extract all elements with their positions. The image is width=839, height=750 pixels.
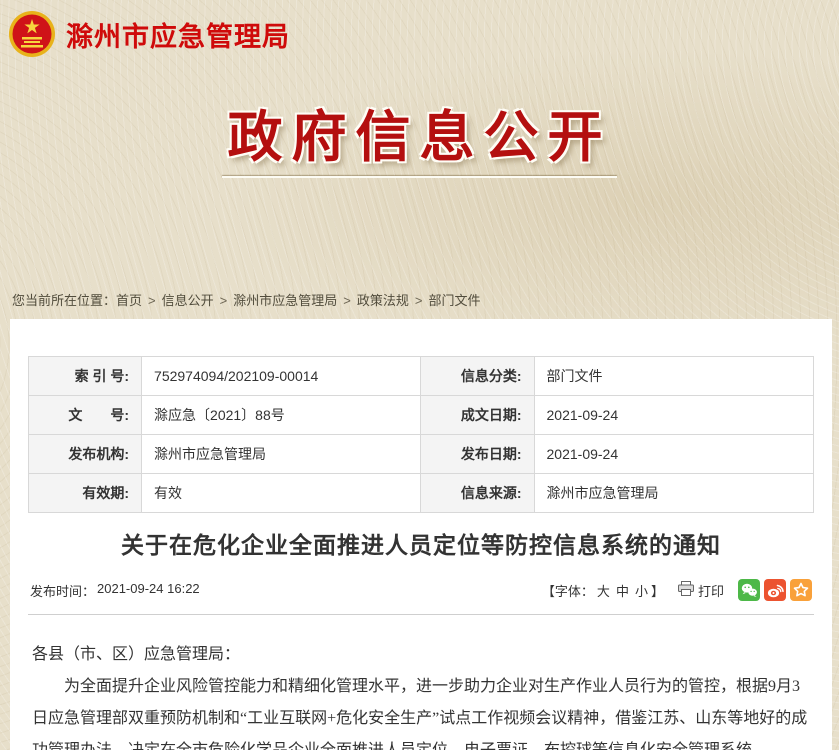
breadcrumb-item-info-disclosure[interactable]: 信息公开	[162, 293, 214, 308]
weibo-share-icon[interactable]	[764, 579, 786, 601]
article-tools: 【字体： 大 中 小 】 打印	[542, 579, 812, 601]
article-body: 各县（市、区）应急管理局： 为全面提升企业风险管控能力和精细化管理水平，进一步助…	[28, 639, 814, 750]
share-icons	[738, 579, 812, 601]
breadcrumb-separator: >	[220, 293, 228, 308]
table-row: 索 引 号: 752974094/202109-00014 信息分类: 部门文件	[29, 357, 814, 396]
table-row: 有效期: 有效 信息来源: 滁州市应急管理局	[29, 474, 814, 513]
info-source-label: 信息来源:	[421, 474, 534, 513]
breadcrumb: 您当前所在位置：首页 > 信息公开 > 滁州市应急管理局 > 政策法规 > 部门文件	[12, 290, 839, 309]
validity-label: 有效期:	[29, 474, 142, 513]
document-info-table: 索 引 号: 752974094/202109-00014 信息分类: 部门文件…	[28, 356, 814, 513]
issuing-agency-value: 滁州市应急管理局	[142, 435, 421, 474]
index-number-label: 索 引 号:	[29, 357, 142, 396]
site-title: 滁州市应急管理局	[66, 15, 290, 54]
salutation-paragraph: 各县（市、区）应急管理局：	[32, 639, 810, 671]
national-emblem-icon	[8, 10, 56, 58]
publish-date-value: 2021-09-24	[534, 435, 813, 474]
publish-time: 发布时间： 2021-09-24 16:22	[30, 581, 200, 600]
info-category-value: 部门文件	[534, 357, 813, 396]
font-widget-close: 】	[651, 581, 664, 600]
banner-title: 政府信息公开	[227, 92, 611, 172]
banner-underline	[222, 176, 617, 178]
breadcrumb-separator: >	[148, 293, 156, 308]
breadcrumb-item-dept-docs[interactable]: 部门文件	[428, 293, 480, 308]
doc-number-value: 滁应急〔2021〕88号	[142, 396, 421, 435]
page: 滁州市应急管理局 政府信息公开 您当前所在位置：首页 > 信息公开 > 滁州市应急管理局…	[0, 0, 839, 750]
breadcrumb-item-home[interactable]: 首页	[116, 293, 142, 308]
meta-divider	[28, 614, 814, 615]
favorite-star-icon[interactable]	[790, 579, 812, 601]
site-header[interactable]: 滁州市应急管理局	[0, 0, 839, 60]
doc-number-label: 文 号:	[29, 396, 142, 435]
breadcrumb-separator: >	[415, 293, 423, 308]
page-title: 关于在危化企业全面推进人员定位等防控信息系统的通知	[28, 529, 814, 561]
article-meta-row: 发布时间： 2021-09-24 16:22 【字体： 大 中 小 】	[28, 579, 814, 601]
font-size-widget: 【字体： 大 中 小 】	[542, 581, 664, 600]
font-size-small-button[interactable]: 小	[635, 581, 648, 600]
content-panel: 索 引 号: 752974094/202109-00014 信息分类: 部门文件…	[10, 319, 832, 750]
info-category-label: 信息分类:	[421, 357, 534, 396]
publish-time-value: 2021-09-24 16:22	[97, 581, 200, 600]
publish-time-label: 发布时间：	[30, 581, 95, 600]
table-row: 文 号: 滁应急〔2021〕88号 成文日期: 2021-09-24	[29, 396, 814, 435]
breadcrumb-separator: >	[343, 293, 351, 308]
info-source-value: 滁州市应急管理局	[534, 474, 813, 513]
wechat-share-icon[interactable]	[738, 579, 760, 601]
publish-date-label: 发布日期:	[421, 435, 534, 474]
index-number-value: 752974094/202109-00014	[142, 357, 421, 396]
written-date-label: 成文日期:	[421, 396, 534, 435]
table-row: 发布机构: 滁州市应急管理局 发布日期: 2021-09-24	[29, 435, 814, 474]
body-paragraph: 为全面提升企业风险管控能力和精细化管理水平，进一步助力企业对生产作业人员行为的管…	[32, 671, 810, 750]
print-button[interactable]: 打印	[678, 581, 724, 600]
font-widget-open: 【字体：	[542, 581, 594, 600]
font-size-medium-button[interactable]: 中	[616, 581, 629, 600]
font-size-large-button[interactable]: 大	[597, 581, 610, 600]
breadcrumb-item-bureau[interactable]: 滁州市应急管理局	[233, 293, 337, 308]
issuing-agency-label: 发布机构:	[29, 435, 142, 474]
print-label: 打印	[698, 581, 724, 600]
breadcrumb-prefix: 您当前所在位置：	[12, 293, 116, 308]
breadcrumb-item-policy[interactable]: 政策法规	[357, 293, 409, 308]
written-date-value: 2021-09-24	[534, 396, 813, 435]
printer-icon	[678, 581, 694, 599]
validity-value: 有效	[142, 474, 421, 513]
banner: 政府信息公开	[0, 92, 839, 178]
